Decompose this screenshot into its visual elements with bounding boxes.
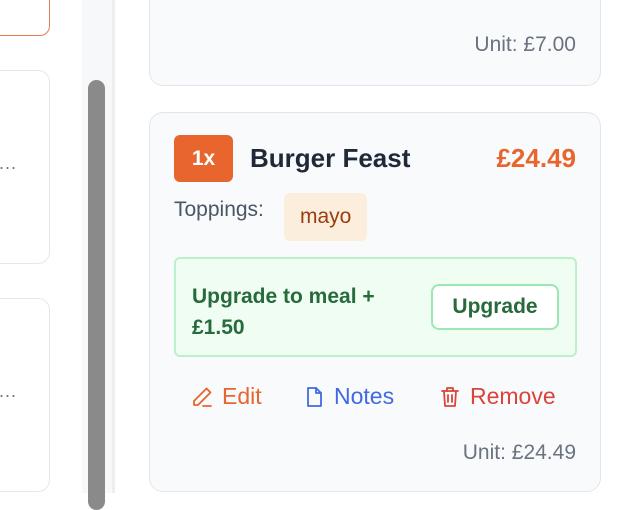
notes-button[interactable]: Notes bbox=[302, 383, 394, 410]
toppings-label: Toppings: bbox=[174, 198, 264, 221]
cart-item-card-previous: Unit: £7.00 bbox=[149, 0, 601, 86]
item-price: £24.49 bbox=[496, 143, 576, 173]
left-card[interactable]: ... bbox=[0, 70, 50, 264]
topping-chip: mayo bbox=[284, 193, 368, 241]
remove-label: Remove bbox=[470, 383, 556, 409]
edit-label: Edit bbox=[222, 383, 262, 409]
upgrade-offer: Upgrade to meal + £1.50 Upgrade bbox=[174, 257, 577, 357]
panel-divider bbox=[112, 0, 115, 493]
item-name: Burger Feast bbox=[250, 143, 411, 173]
pencil-icon bbox=[193, 387, 212, 407]
quantity-badge: 1x bbox=[174, 135, 233, 182]
upgrade-button[interactable]: Upgrade bbox=[431, 284, 559, 330]
left-panel: ... ... bbox=[0, 0, 82, 493]
trash-icon bbox=[441, 386, 459, 407]
left-card-selected[interactable] bbox=[0, 0, 50, 36]
edit-button[interactable]: Edit bbox=[190, 383, 262, 410]
ellipsis-text: ... bbox=[0, 153, 18, 173]
notes-label: Notes bbox=[334, 383, 395, 409]
unit-price: Unit: £7.00 bbox=[474, 33, 576, 56]
remove-button[interactable]: Remove bbox=[438, 383, 556, 410]
scrollbar-thumb[interactable] bbox=[88, 80, 105, 510]
document-icon bbox=[307, 386, 322, 407]
ellipsis-text: ... bbox=[0, 381, 18, 401]
left-card[interactable]: ... bbox=[0, 298, 50, 492]
unit-price: Unit: £24.49 bbox=[462, 441, 576, 464]
upgrade-text: Upgrade to meal + £1.50 bbox=[192, 285, 375, 339]
cart-item-card: 1x Burger Feast £24.49 Toppings: mayo Up… bbox=[149, 112, 601, 492]
